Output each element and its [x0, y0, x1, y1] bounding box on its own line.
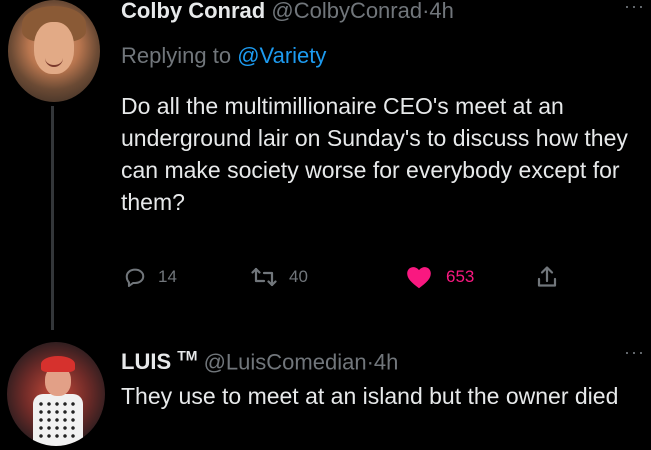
reply-icon [125, 268, 145, 287]
avatar[interactable] [7, 342, 105, 446]
tweet-colby-conrad[interactable]: Colby Conrad @ColbyConrad·4h ··· Replyin… [0, 0, 651, 330]
more-options-icon[interactable]: ··· [624, 0, 645, 17]
replying-to: Replying to @Variety [121, 43, 326, 69]
thread-line [51, 106, 54, 330]
timestamp[interactable]: 4h [374, 349, 398, 374]
heart-icon [407, 267, 431, 289]
retweet-count: 40 [289, 267, 308, 286]
avatar[interactable] [8, 0, 100, 102]
reply-button[interactable]: 14 [124, 262, 177, 292]
retweet-button[interactable]: 40 [251, 262, 308, 292]
share-icon [537, 266, 557, 287]
tweet-text: Do all the multimillionaire CEO's meet a… [121, 93, 628, 215]
replying-label: Replying to [121, 43, 232, 68]
reply-count: 14 [158, 267, 177, 286]
avatar-shirt-pattern [37, 400, 79, 440]
trademark-suffix: TM [177, 348, 198, 364]
retweet-icon [251, 267, 277, 287]
tweet-text: They use to meet at an island but the ow… [121, 383, 619, 409]
timestamp[interactable]: 4h [429, 0, 453, 23]
avatar-cap [41, 356, 75, 372]
handle[interactable]: @LuisComedian [204, 349, 367, 374]
tweet-header: LUIS TM @LuisComedian·4h [121, 343, 398, 375]
share-button[interactable] [536, 262, 558, 292]
like-button[interactable]: 653 [404, 262, 474, 292]
tweet-header: Colby Conrad @ColbyConrad·4h [121, 0, 454, 24]
tweet-luis[interactable]: LUIS TM @LuisComedian·4h ··· They use to… [0, 330, 651, 450]
more-options-icon[interactable]: ··· [624, 342, 645, 363]
display-name-text: LUIS [121, 349, 172, 375]
display-name[interactable]: Colby Conrad [121, 0, 265, 23]
handle[interactable]: @ColbyConrad [271, 0, 422, 23]
replying-mention-link[interactable]: @Variety [237, 43, 326, 68]
tweet-actions: 14 40 653 [0, 262, 651, 292]
separator: · [366, 349, 374, 375]
like-count: 653 [446, 267, 475, 286]
display-name[interactable]: LUIS TM [121, 348, 198, 375]
